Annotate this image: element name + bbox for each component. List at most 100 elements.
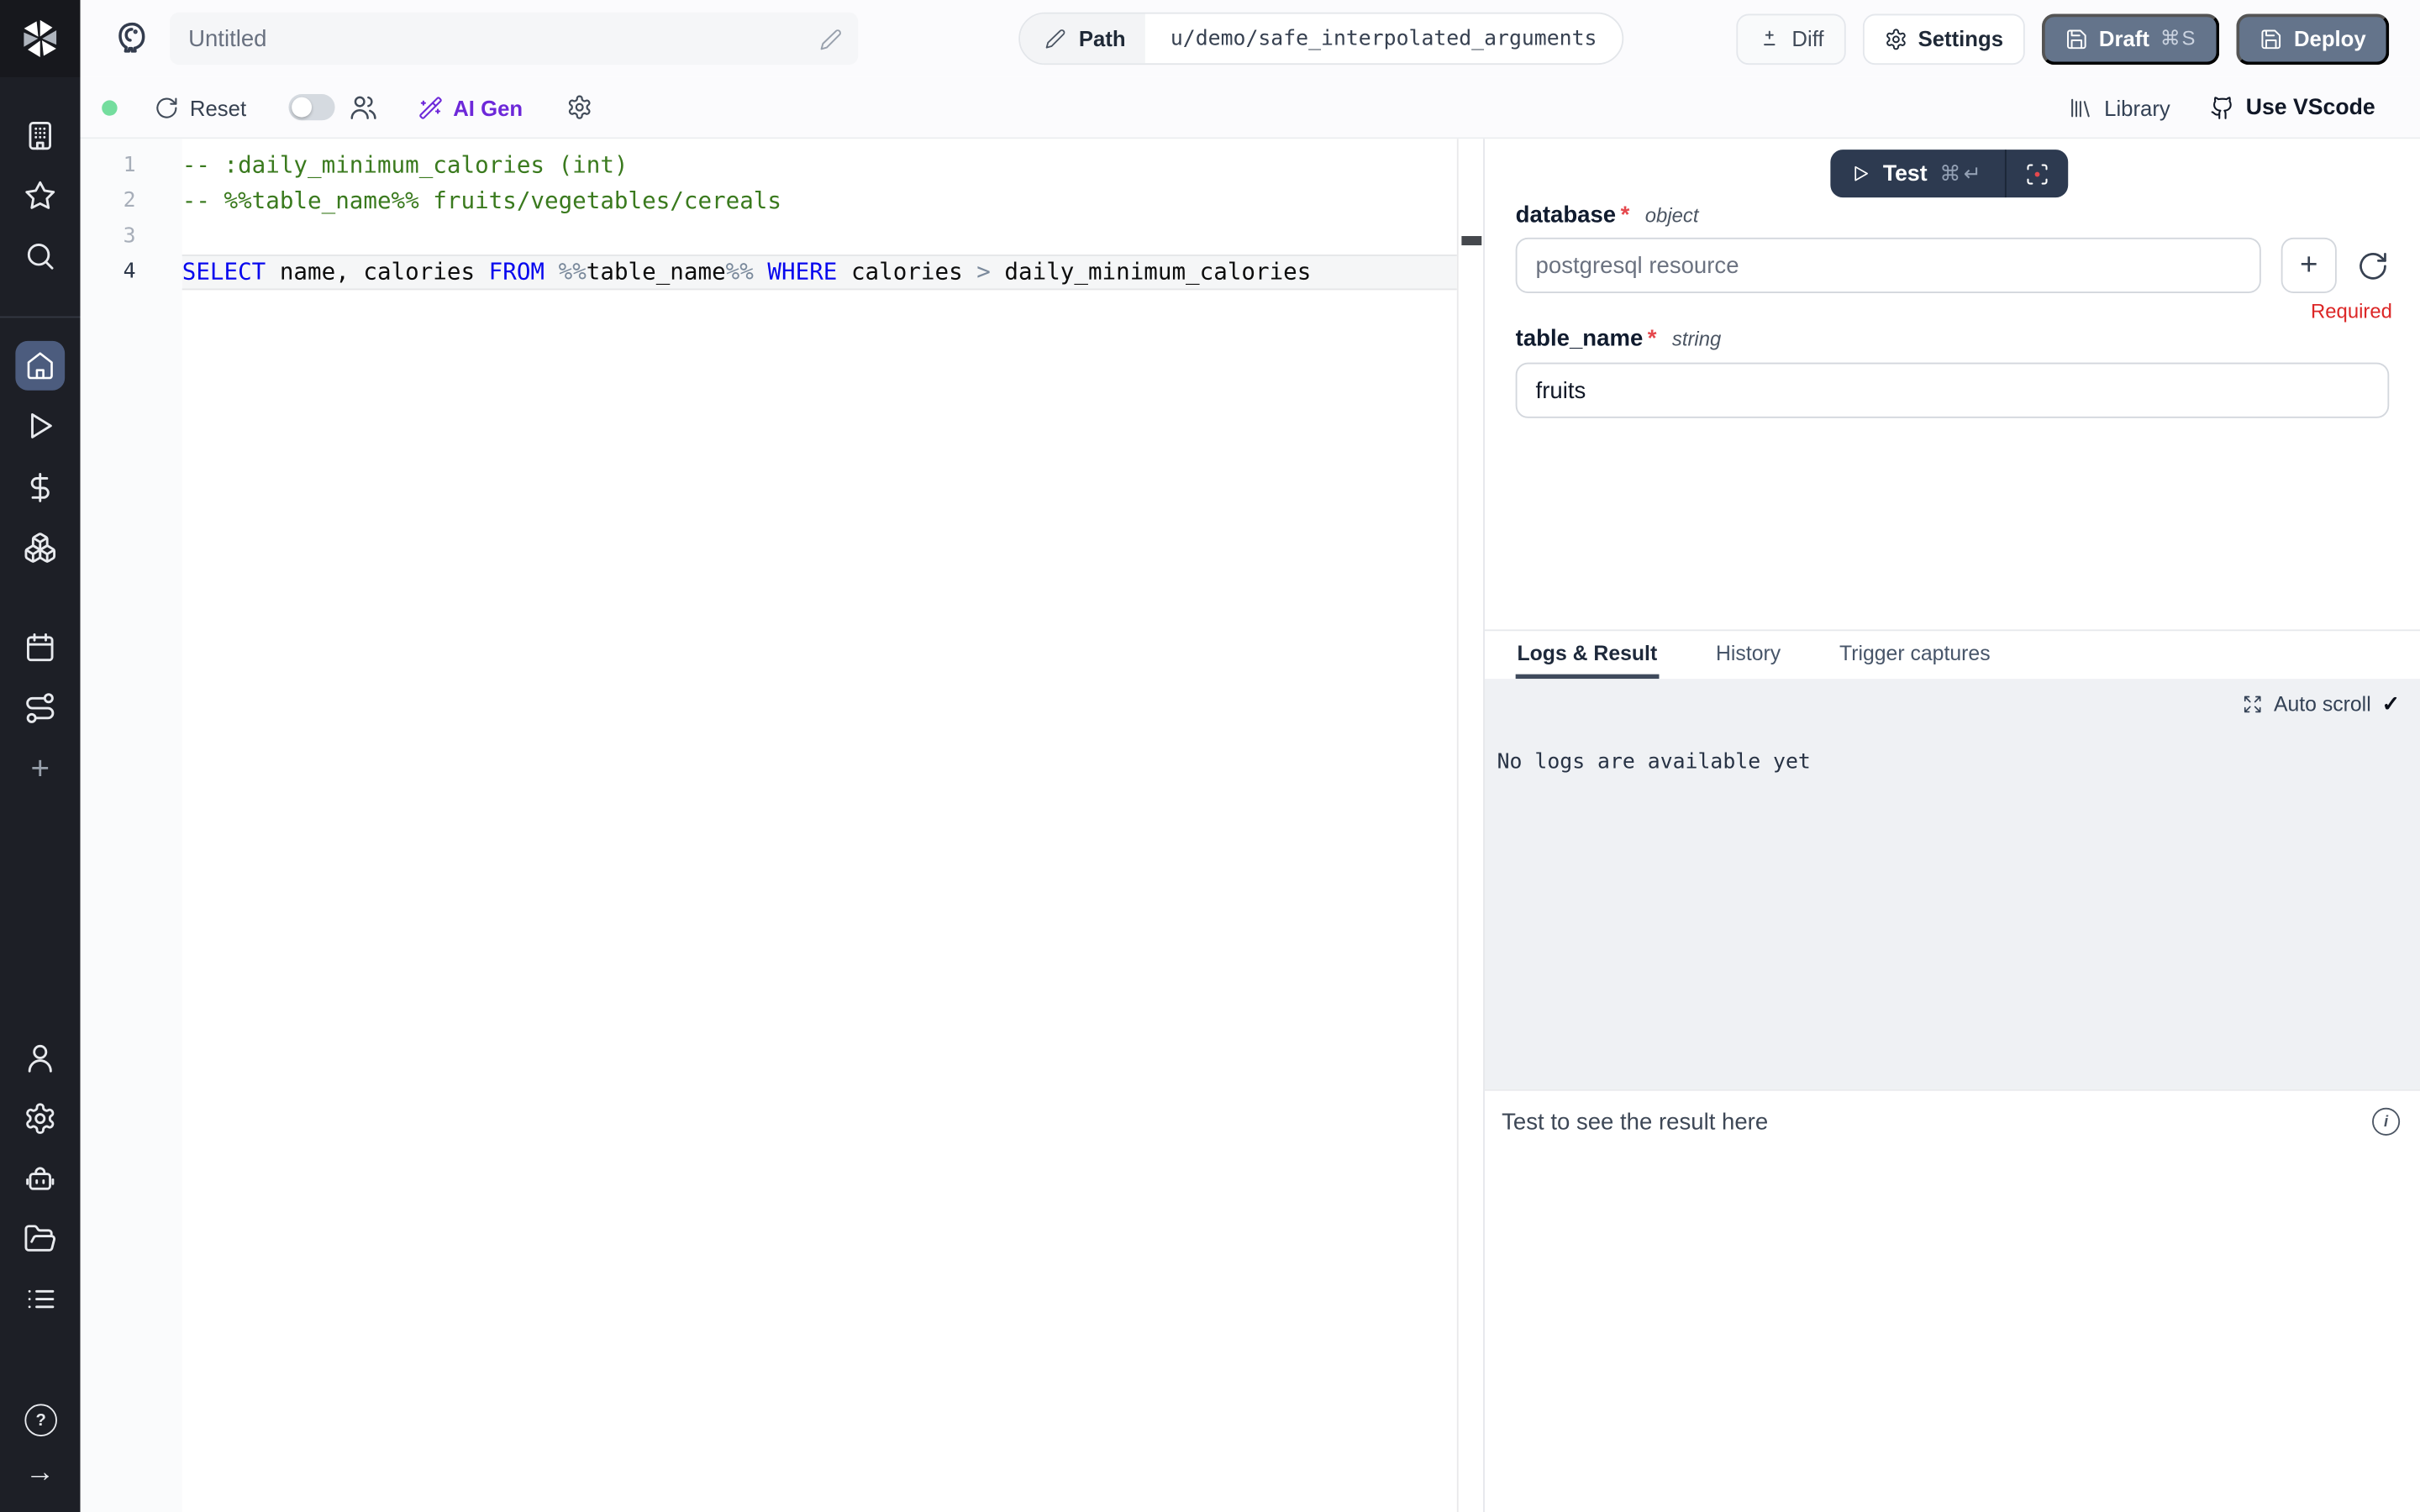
library-button[interactable]: Library <box>2069 95 2170 119</box>
required-star: * <box>1648 326 1657 352</box>
editor-overview-ruler[interactable] <box>1457 139 1483 1512</box>
tab-trigger-captures[interactable]: Trigger captures <box>1838 631 1991 679</box>
code-line[interactable]: 1-- :daily_minimum_calories (int) <box>81 148 1457 183</box>
result-tabs: Logs & Result History Trigger captures <box>1485 629 2420 679</box>
editor-toolbar: Reset AI Gen Library <box>81 77 2420 139</box>
use-vscode-button[interactable]: Use VScode <box>2211 95 2375 119</box>
workspace-building-icon[interactable] <box>24 118 57 152</box>
table-name-field-label: table_name* string <box>1516 326 1722 352</box>
editor-settings-gear-icon[interactable] <box>566 94 592 120</box>
code-editor[interactable]: 1-- :daily_minimum_calories (int)2-- %%t… <box>81 139 1484 1512</box>
script-title-input[interactable]: Untitled <box>170 13 858 65</box>
check-icon[interactable]: ✓ <box>2382 691 2401 717</box>
database-input[interactable] <box>1516 238 2261 293</box>
collab-toggle[interactable] <box>288 94 334 120</box>
line-number: 3 <box>81 219 136 255</box>
editor-gutter <box>81 139 182 1512</box>
user-icon[interactable] <box>24 1042 57 1075</box>
line-number: 2 <box>81 184 136 219</box>
resources-boxes-icon[interactable] <box>24 531 57 564</box>
toggle-knob <box>291 97 311 118</box>
path-label-section: Path <box>1020 14 1145 64</box>
topbar-actions: Diff Settings Draft ⌘S Deploy <box>1736 13 2420 65</box>
capture-button[interactable] <box>2006 150 2067 197</box>
result-header: Test to see the result here i <box>1485 1091 2420 1136</box>
path-label: Path <box>1079 26 1126 50</box>
save-icon <box>2260 27 2284 50</box>
refresh-icon <box>155 95 179 119</box>
schedules-calendar-icon[interactable] <box>24 631 57 664</box>
folders-icon[interactable] <box>24 1222 57 1256</box>
plus-icon: + <box>2300 250 2317 281</box>
add-plus-icon[interactable]: + <box>24 753 57 786</box>
path-pill[interactable]: Path u/demo/safe_interpolated_arguments <box>1018 13 1623 65</box>
ai-gen-button[interactable]: AI Gen <box>418 95 523 119</box>
required-star: * <box>1621 202 1630 228</box>
postgresql-icon <box>111 18 153 60</box>
help-icon[interactable]: ? <box>24 1404 57 1436</box>
test-shortcut: ⌘↵ <box>1939 161 1984 186</box>
table-name-input[interactable] <box>1516 363 2390 418</box>
logs-list-icon[interactable] <box>24 1282 57 1315</box>
draft-shortcut: ⌘S <box>2160 26 2196 50</box>
runs-play-icon[interactable] <box>24 409 57 443</box>
settings-gear-icon[interactable] <box>24 1101 57 1135</box>
gear-icon <box>1884 27 1907 50</box>
library-icon <box>2069 95 2093 119</box>
test-button[interactable]: Test ⌘↵ <box>1830 150 2004 197</box>
script-title: Untitled <box>188 25 819 51</box>
code-line[interactable]: 2-- %%table_name%% fruits/vegetables/cer… <box>81 184 1457 219</box>
draft-button[interactable]: Draft ⌘S <box>2042 13 2220 65</box>
github-icon <box>2211 95 2235 119</box>
code-line[interactable]: 3 <box>81 219 1457 255</box>
reset-button[interactable]: Reset <box>155 95 246 119</box>
result-pane: Test to see the result here i <box>1485 1089 2420 1512</box>
settings-button[interactable]: Settings <box>1862 13 2024 65</box>
expand-icon[interactable] <box>2243 695 2263 715</box>
add-resource-button[interactable]: + <box>2281 238 2337 293</box>
table-name-field-row <box>1516 363 2390 418</box>
save-icon <box>2065 27 2088 50</box>
tab-history[interactable]: History <box>1714 631 1782 679</box>
database-field-row: + <box>1516 238 2390 293</box>
play-icon <box>1850 164 1870 184</box>
info-icon[interactable]: i <box>2372 1108 2400 1136</box>
code-lines: 1-- :daily_minimum_calories (int)2-- %%t… <box>81 148 1457 290</box>
sidebar: + ? → <box>0 0 81 1512</box>
edit-path-pencil-icon <box>1044 28 1066 50</box>
spend-dollar-icon[interactable] <box>24 470 57 504</box>
search-icon[interactable] <box>24 239 57 273</box>
tab-logs-result[interactable]: Logs & Result <box>1516 631 1659 679</box>
required-note: Required <box>2311 299 2392 323</box>
run-panel: Test ⌘↵ database* object + Required <box>1483 139 2420 1512</box>
diff-icon <box>1758 27 1781 50</box>
edit-title-pencil-icon[interactable] <box>819 27 843 50</box>
windmill-logo[interactable] <box>15 14 65 64</box>
status-dot <box>102 99 117 114</box>
database-field-label: database* object <box>1516 202 1699 228</box>
result-hint: Test to see the result here <box>1502 1109 1768 1135</box>
toolbar-right: Library Use VScode <box>2069 95 2420 119</box>
diff-button[interactable]: Diff <box>1736 13 1845 65</box>
code-line[interactable]: 4SELECT name, calories FROM %%table_name… <box>81 255 1457 290</box>
test-button-group: Test ⌘↵ <box>1830 150 2067 197</box>
favorites-star-icon[interactable] <box>24 179 57 213</box>
line-number: 1 <box>81 148 136 183</box>
sidebar-divider <box>0 317 81 318</box>
workers-robot-icon[interactable] <box>24 1163 57 1197</box>
deploy-button[interactable]: Deploy <box>2237 13 2389 65</box>
logs-pane: Auto scroll ✓ No logs are available yet <box>1485 679 2420 1089</box>
users-icon <box>348 92 377 122</box>
logs-empty-text: No logs are available yet <box>1497 750 2420 774</box>
logs-header: Auto scroll ✓ <box>1485 679 2420 717</box>
topbar: Untitled Path u/demo/safe_interpolated_a… <box>81 0 2420 77</box>
capture-scan-icon <box>2024 161 2049 186</box>
flows-route-icon[interactable] <box>24 691 57 725</box>
autoscroll-label[interactable]: Auto scroll <box>2274 693 2371 717</box>
path-value[interactable]: u/demo/safe_interpolated_arguments <box>1145 14 1621 64</box>
line-number: 4 <box>81 255 136 290</box>
cursor-position-marker <box>1461 236 1481 245</box>
sidebar-item-home[interactable] <box>15 341 65 391</box>
refresh-resources-icon[interactable] <box>2357 249 2390 282</box>
collapse-arrow-icon[interactable]: → <box>24 1457 57 1490</box>
